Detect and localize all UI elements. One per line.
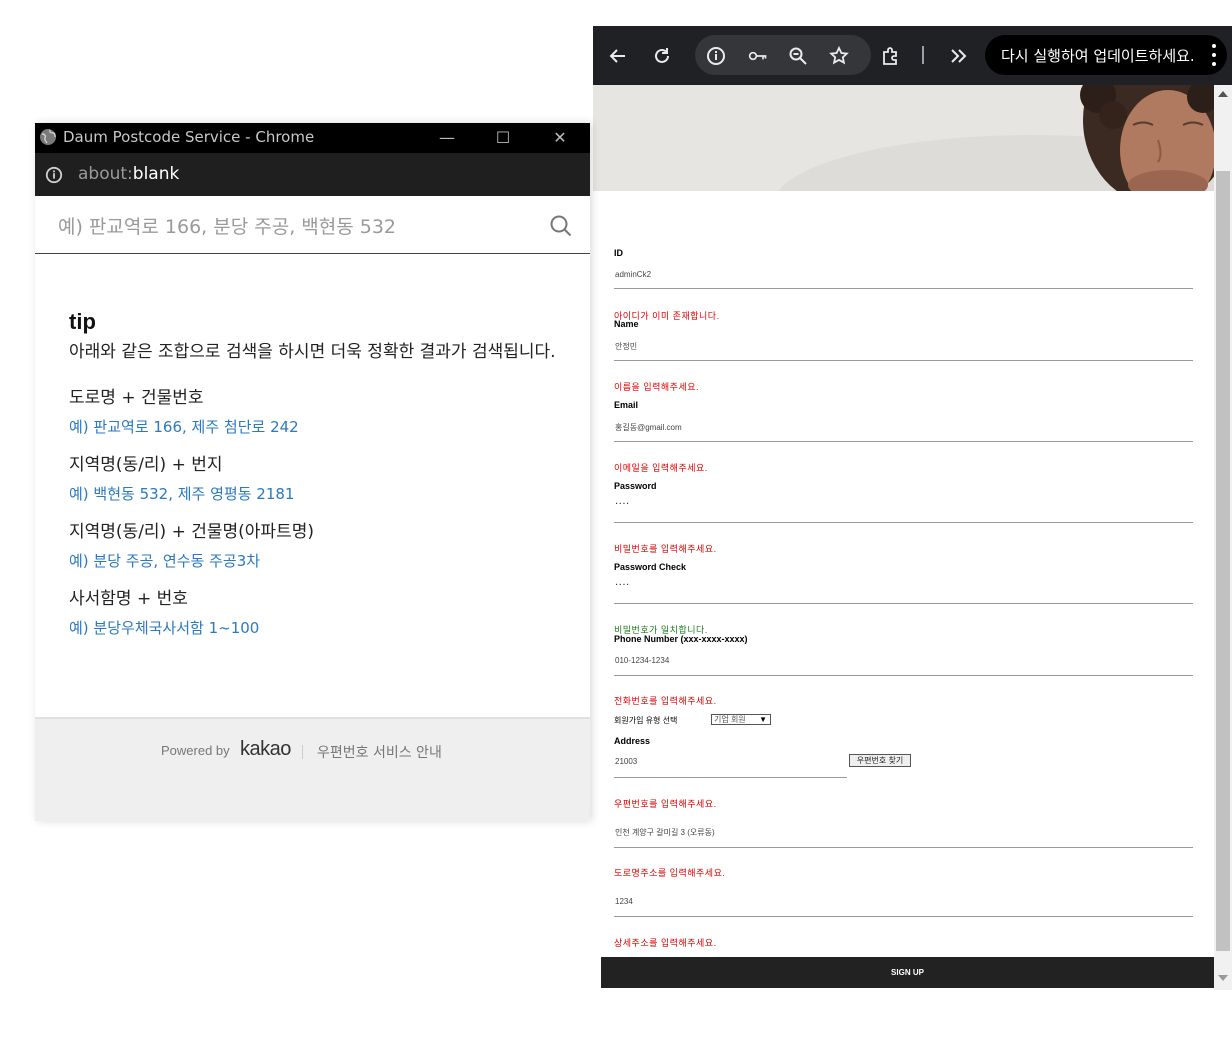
email-input[interactable]: 홍길동@gmail.com bbox=[615, 422, 682, 433]
close-icon[interactable]: ✕ bbox=[545, 127, 575, 149]
footer-separator bbox=[302, 745, 303, 759]
popup-window-title: Daum Postcode Service - Chrome bbox=[63, 128, 315, 146]
globe-icon bbox=[40, 129, 56, 145]
road-address-error-message: 도로명주소를 입력해주세요. bbox=[614, 868, 726, 878]
zip-underline bbox=[614, 777, 847, 778]
tip-heading: 도로명 + 건물번호 bbox=[69, 388, 204, 408]
email-error-message: 이메일을 입력해주세요. bbox=[614, 463, 708, 473]
back-arrow-icon[interactable] bbox=[603, 41, 633, 71]
tip-description: 아래와 같은 조합으로 검색을 하시면 더욱 정확한 결과가 검색됩니다. bbox=[69, 342, 556, 362]
tip-example: 예) 분당 주공, 연수동 주공3차 bbox=[69, 552, 261, 570]
phone-input[interactable]: 010-1234-1234 bbox=[615, 656, 669, 665]
vertical-scrollbar[interactable] bbox=[1214, 85, 1232, 990]
main-browser-window: 다시 실행하여 업데이트하세요. ID adminCk2 아이디가 이미 존재합… bbox=[593, 26, 1232, 990]
member-type-selected: 기업 회원 bbox=[714, 715, 746, 724]
postcode-popup-window: Daum Postcode Service - Chrome — ☐ ✕ abo… bbox=[35, 123, 590, 821]
popup-footer: Powered by kakao 우편번호 서비스 안내 bbox=[35, 717, 590, 821]
tip-heading: 지역명(동/리) + 건물명(아파트명) bbox=[69, 522, 314, 542]
address-search-box[interactable]: 예) 판교역로 166, 분당 주공, 백현동 532 bbox=[35, 196, 590, 254]
zip-input[interactable]: 21003 bbox=[615, 757, 637, 766]
powered-by-text: Powered by bbox=[161, 743, 230, 758]
find-zip-button[interactable]: 우편번호 찾기 bbox=[849, 754, 911, 767]
toolbar-divider bbox=[922, 46, 924, 64]
tip-example: 예) 판교역로 166, 제주 첨단로 242 bbox=[69, 418, 299, 436]
id-input[interactable]: adminCk2 bbox=[615, 270, 651, 279]
kakao-logo[interactable]: kakao bbox=[240, 738, 291, 761]
scroll-down-arrow-icon[interactable] bbox=[1218, 975, 1228, 981]
postcode-guide-link[interactable]: 우편번호 서비스 안내 bbox=[317, 742, 442, 762]
phone-label: Phone Number (xxx-xxxx-xxxx) bbox=[614, 634, 748, 644]
email-underline bbox=[614, 441, 1193, 442]
password-check-label: Password Check bbox=[614, 562, 687, 572]
address-label: Address bbox=[614, 736, 651, 746]
hero-image bbox=[593, 85, 1214, 191]
name-underline bbox=[614, 360, 1193, 361]
update-message: 다시 실행하여 업데이트하세요. bbox=[1001, 46, 1195, 65]
maximize-icon[interactable]: ☐ bbox=[488, 127, 518, 149]
site-info-icon[interactable] bbox=[45, 166, 63, 184]
url-prefix: about: bbox=[78, 164, 133, 184]
tip-heading: 사서함명 + 번호 bbox=[69, 589, 188, 609]
tip-section: tip 아래와 같은 조합으로 검색을 하시면 더욱 정확한 결과가 검색됩니다… bbox=[69, 309, 559, 638]
bookmark-star-icon[interactable] bbox=[824, 41, 854, 71]
signup-button[interactable]: SIGN UP bbox=[601, 957, 1214, 988]
password-underline bbox=[614, 522, 1193, 523]
chevron-down-icon: ▼ bbox=[759, 715, 767, 724]
member-type-select[interactable]: 기업 회원 ▼ bbox=[711, 714, 771, 725]
scroll-up-arrow-icon[interactable] bbox=[1218, 91, 1228, 97]
browser-toolbar: 다시 실행하여 업데이트하세요. bbox=[593, 26, 1232, 85]
name-error-message: 이름을 입력해주세요. bbox=[614, 382, 700, 392]
update-relaunch-button[interactable]: 다시 실행하여 업데이트하세요. bbox=[985, 35, 1227, 75]
id-label: ID bbox=[614, 248, 623, 258]
popup-address-bar[interactable]: about:blank bbox=[35, 153, 590, 196]
road-address-underline bbox=[614, 847, 1193, 848]
tip-example: 예) 백현동 532, 제주 영평동 2181 bbox=[69, 485, 295, 503]
tip-title: tip bbox=[69, 309, 96, 334]
signup-page: ID adminCk2 아이디가 이미 존재합니다. Name 안정민 이름을 … bbox=[593, 85, 1214, 990]
detail-address-error-message: 상세주소를 입력해주세요. bbox=[614, 938, 717, 948]
zip-error-message: 우편번호를 입력해주세요. bbox=[614, 799, 717, 809]
popup-titlebar: Daum Postcode Service - Chrome — ☐ ✕ bbox=[35, 123, 590, 153]
road-address-input[interactable]: 인천 계양구 갈미길 3 (오류동) bbox=[615, 827, 715, 838]
address-search-input[interactable]: 예) 판교역로 166, 분당 주공, 백현동 532 bbox=[58, 212, 396, 239]
minimize-icon[interactable]: — bbox=[432, 127, 462, 149]
reload-icon[interactable] bbox=[647, 41, 677, 71]
member-type-label: 회원가입 유형 선택 bbox=[614, 716, 678, 725]
password-label: Password bbox=[614, 481, 657, 491]
name-label: Name bbox=[614, 319, 639, 329]
search-icon[interactable] bbox=[549, 214, 573, 238]
chevron-double-right-icon[interactable] bbox=[943, 41, 973, 71]
detail-address-underline bbox=[614, 916, 1193, 917]
site-info-icon[interactable] bbox=[701, 41, 731, 71]
extensions-icon[interactable] bbox=[875, 41, 905, 71]
detail-address-input[interactable]: 1234 bbox=[615, 897, 633, 906]
tip-example: 예) 분당우체국사서함 1~100 bbox=[69, 619, 260, 637]
id-underline bbox=[614, 288, 1193, 289]
password-check-underline bbox=[614, 603, 1193, 604]
zoom-icon[interactable] bbox=[783, 41, 813, 71]
name-input[interactable]: 안정민 bbox=[615, 341, 637, 352]
tip-heading: 지역명(동/리) + 번지 bbox=[69, 455, 223, 475]
more-menu-icon[interactable] bbox=[1211, 44, 1217, 66]
password-check-input[interactable]: .... bbox=[615, 577, 630, 588]
password-input[interactable]: .... bbox=[615, 496, 630, 507]
popup-url: about:blank bbox=[78, 164, 179, 184]
password-error-message: 비밀번호를 입력해주세요. bbox=[614, 544, 717, 554]
phone-error-message: 전화번호를 입력해주세요. bbox=[614, 696, 717, 706]
scroll-thumb[interactable] bbox=[1216, 171, 1230, 951]
email-label: Email bbox=[614, 400, 639, 410]
password-key-icon[interactable] bbox=[743, 41, 773, 71]
url-host: blank bbox=[132, 164, 180, 184]
phone-underline bbox=[614, 675, 1193, 676]
